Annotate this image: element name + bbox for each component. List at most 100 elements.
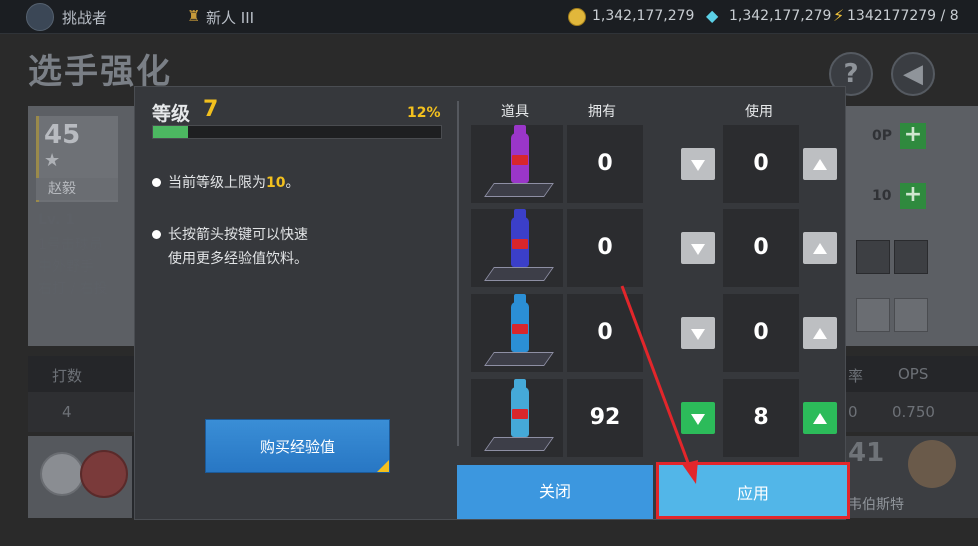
energy-amount: 1342177279 / 8 bbox=[847, 8, 959, 24]
owned-count: 92 bbox=[567, 379, 643, 457]
opponent-name: 韦伯斯特 bbox=[848, 497, 904, 513]
use-count: 0 bbox=[723, 125, 799, 203]
item-cell bbox=[471, 379, 563, 457]
level-percent: 12% bbox=[407, 105, 441, 121]
rank-label: 新人 III bbox=[206, 9, 255, 27]
column-owned: 拥有 bbox=[588, 104, 616, 120]
player-level: Lv. 1 bbox=[38, 212, 75, 228]
tip-level-cap: 当前等级上限为10。 bbox=[152, 171, 452, 195]
level-progress-bar bbox=[152, 125, 442, 139]
tip-line-2: 使用更多经验值饮料。 bbox=[168, 251, 308, 267]
decrease-button[interactable] bbox=[681, 402, 715, 434]
item-cell bbox=[471, 209, 563, 287]
team-card[interactable] bbox=[28, 436, 132, 518]
item-pad bbox=[484, 267, 554, 281]
exp-drink-blue-icon bbox=[511, 209, 529, 267]
item-pad bbox=[484, 183, 554, 197]
diamond-icon: ◆ bbox=[706, 6, 719, 25]
exp-drink-purple-icon bbox=[511, 125, 529, 183]
mode-label: 挑战者 bbox=[62, 9, 108, 27]
plus-icon[interactable]: + bbox=[900, 123, 926, 149]
player-position: 中外野手 bbox=[38, 259, 94, 275]
arrow-down-icon bbox=[691, 243, 705, 255]
item-pad bbox=[484, 437, 554, 451]
star-icon: ★ bbox=[44, 150, 61, 171]
increase-button[interactable] bbox=[803, 232, 837, 264]
close-button[interactable]: 关闭 bbox=[457, 465, 653, 519]
training-panel: 0P + 10 + bbox=[846, 106, 978, 346]
item-cell bbox=[471, 125, 563, 203]
gem-amount: 1,342,177,279 bbox=[729, 8, 832, 24]
trophy-icon: ♜ bbox=[187, 7, 201, 25]
plus-icon[interactable]: + bbox=[900, 183, 926, 209]
level-progress-fill bbox=[153, 126, 188, 138]
tip-long-press: 长按箭头按键可以快速 使用更多经验值饮料。 bbox=[152, 223, 452, 271]
profile-avatar[interactable] bbox=[26, 3, 54, 31]
arrow-down-icon bbox=[691, 413, 705, 425]
tip-value: 10 bbox=[266, 175, 286, 191]
owned-count: 0 bbox=[567, 294, 643, 372]
energy-bolt-icon: ⚡ bbox=[833, 6, 845, 25]
arrow-up-icon bbox=[813, 242, 827, 254]
use-count: 8 bbox=[723, 379, 799, 457]
player-card[interactable]: 45 ★ 赵毅 Lv. 1 1号击球员 中外野手 右打 / 右投 bbox=[28, 106, 134, 346]
item-cell bbox=[471, 294, 563, 372]
tip-line-1: 长按箭头按键可以快速 bbox=[168, 227, 308, 243]
stat-value: 10 bbox=[872, 188, 892, 204]
item-pad bbox=[484, 352, 554, 366]
divider bbox=[457, 101, 459, 446]
player-hand: 右打 / 右投 bbox=[38, 281, 108, 297]
level-label: 等级 bbox=[152, 103, 191, 125]
owned-count: 0 bbox=[567, 125, 643, 203]
exp-modal: 等级 7 12% 当前等级上限为10。 长按箭头按键可以快速 使用更多经验值饮料… bbox=[134, 86, 850, 520]
helmet-icon bbox=[40, 452, 84, 496]
use-count: 0 bbox=[723, 294, 799, 372]
decrease-button[interactable] bbox=[681, 148, 715, 180]
player-ovr: 45 bbox=[44, 120, 81, 150]
skill-slot[interactable] bbox=[856, 240, 890, 274]
increase-button[interactable] bbox=[803, 402, 837, 434]
skill-slot[interactable] bbox=[894, 240, 928, 274]
opponent-avatar bbox=[908, 440, 956, 488]
stat-rate-value: 0 bbox=[848, 403, 858, 421]
grid-slot[interactable] bbox=[856, 298, 890, 332]
arrow-down-icon bbox=[691, 159, 705, 171]
decrease-button[interactable] bbox=[681, 232, 715, 264]
gold-amount: 1,342,177,279 bbox=[592, 8, 695, 24]
increase-button[interactable] bbox=[803, 317, 837, 349]
tip-end: 。 bbox=[285, 175, 300, 191]
column-item: 道具 bbox=[501, 104, 529, 120]
exp-drink-sky-icon bbox=[511, 294, 529, 352]
grid-slot[interactable] bbox=[894, 298, 928, 332]
bullet-icon bbox=[152, 177, 161, 187]
stat-ab-value: 4 bbox=[62, 403, 72, 421]
decrease-button[interactable] bbox=[681, 317, 715, 349]
arrow-up-icon bbox=[813, 158, 827, 170]
player-order: 1号击球员 bbox=[38, 237, 103, 253]
use-count: 0 bbox=[723, 209, 799, 287]
stat-header-ab: 打数 bbox=[52, 367, 83, 385]
buy-exp-label: 购买经验值 bbox=[259, 438, 335, 456]
buy-exp-button[interactable]: 购买经验值 bbox=[205, 419, 390, 473]
back-button[interactable]: ◀ bbox=[891, 52, 935, 96]
stat-ops-value: 0.750 bbox=[892, 403, 935, 421]
tip-text: 当前等级上限为 bbox=[168, 175, 266, 191]
exp-drink-light-icon bbox=[511, 379, 529, 437]
increase-button[interactable] bbox=[803, 148, 837, 180]
points-label: 0P bbox=[872, 128, 893, 144]
owned-count: 0 bbox=[567, 209, 643, 287]
column-use: 使用 bbox=[745, 104, 773, 120]
player-name: 赵毅 bbox=[36, 178, 118, 200]
team-logo-icon bbox=[80, 450, 128, 498]
bullet-icon bbox=[152, 229, 161, 239]
arrow-up-icon bbox=[813, 412, 827, 424]
corner-marker-icon bbox=[377, 460, 389, 472]
level-value: 7 bbox=[203, 97, 219, 122]
gold-coin-icon bbox=[568, 8, 586, 26]
opponent-ovr: 41 bbox=[848, 438, 885, 468]
arrow-up-icon bbox=[813, 327, 827, 339]
stat-header-rate: 率 bbox=[848, 367, 864, 385]
stat-header-ops: OPS bbox=[898, 365, 929, 383]
arrow-down-icon bbox=[691, 328, 705, 340]
apply-button[interactable]: 应用 bbox=[656, 462, 850, 519]
